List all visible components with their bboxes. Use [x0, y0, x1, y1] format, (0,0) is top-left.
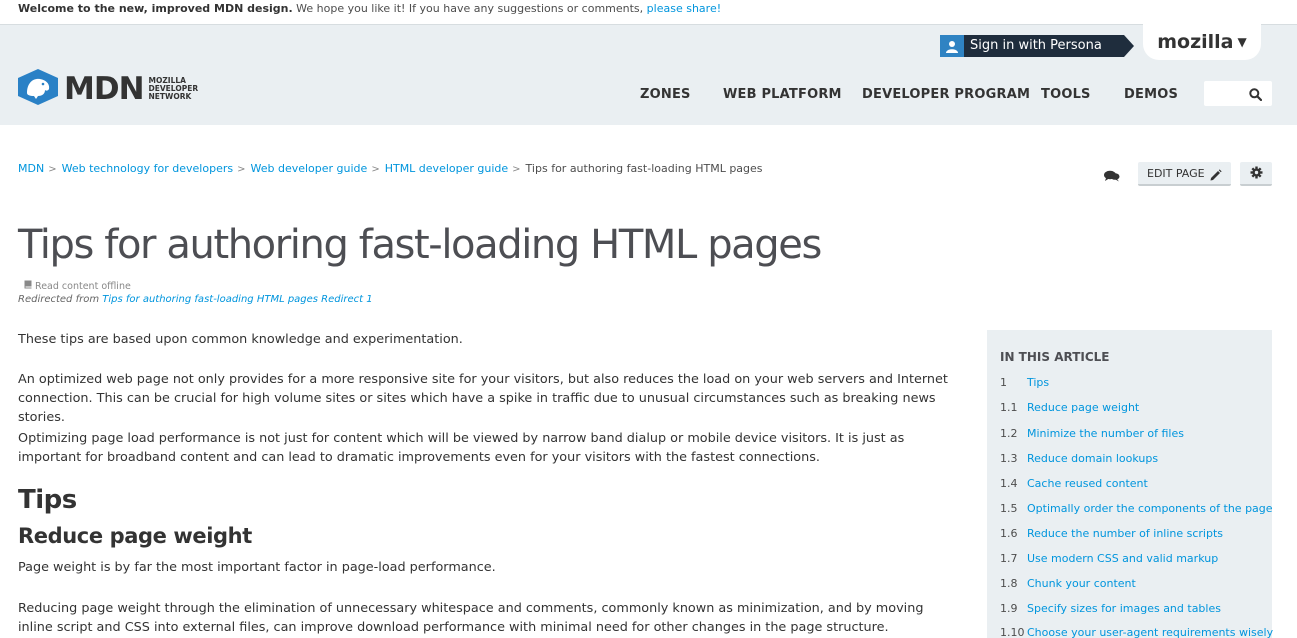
toc-item-number: 1.2	[1000, 427, 1018, 440]
chevron-down-icon: ▼	[1237, 35, 1247, 49]
site-notice: Welcome to the new, improved MDN design.…	[0, 0, 1297, 24]
notice-share-link[interactable]: please share!	[647, 2, 721, 15]
breadcrumb-web-developer-guide[interactable]: Web developer guide	[250, 162, 367, 175]
redirect-prefix: Redirected from	[18, 294, 103, 305]
toc-link-modern-css[interactable]: Use modern CSS and valid markup	[1027, 552, 1218, 565]
search-icon[interactable]	[1249, 86, 1263, 105]
toc-item-number: 1.6	[1000, 527, 1018, 540]
section-heading-tips: Tips	[18, 485, 77, 515]
mdn-logo[interactable]: MDN Mozilla Developer Network	[18, 69, 198, 109]
toc-item-number: 1.8	[1000, 577, 1018, 590]
paragraph-intro: These tips are based upon common knowled…	[18, 332, 463, 347]
logo-sub-line-3: Network	[148, 92, 192, 101]
logo-wordmark: MDN	[64, 71, 145, 107]
pencil-icon	[1209, 167, 1222, 190]
paragraph-reducing: Reducing page weight through the elimina…	[18, 601, 924, 635]
toc-link-reduce-page-weight[interactable]: Reduce page weight	[1027, 401, 1139, 414]
sign-in-persona-button[interactable]: Sign in with Persona	[940, 35, 1134, 57]
edit-page-button[interactable]: EDIT PAGE	[1138, 162, 1231, 186]
redirect-notice: Redirected from Tips for authoring fast-…	[18, 294, 373, 305]
toc-link-minimize-files[interactable]: Minimize the number of files	[1027, 427, 1184, 440]
persona-label: Sign in with Persona	[970, 38, 1102, 53]
toc-item-number: 1.10	[1000, 626, 1025, 638]
toc-item-number: 1.1	[1000, 401, 1018, 414]
toc-link-inline-scripts[interactable]: Reduce the number of inline scripts	[1027, 527, 1223, 540]
edit-page-label: EDIT PAGE	[1147, 167, 1205, 180]
settings-button[interactable]	[1240, 162, 1272, 186]
toc-link-user-agent[interactable]: Choose your user-agent requirements wise…	[1027, 626, 1273, 638]
toc-item-number: 1.4	[1000, 477, 1018, 490]
toc-link-cache-reused-content[interactable]: Cache reused content	[1027, 477, 1148, 490]
toc-link-specify-sizes[interactable]: Specify sizes for images and tables	[1027, 602, 1221, 615]
toc-item-number: 1	[1000, 376, 1007, 389]
toc-item: 1 Tips	[1000, 376, 1049, 389]
mozilla-menu-tab[interactable]: mozilla ▼	[1143, 24, 1261, 60]
breadcrumb-separator: >	[237, 164, 246, 175]
paragraph-optimized: An optimized web page not only provides …	[18, 372, 948, 425]
breadcrumb-separator: >	[512, 164, 521, 175]
page-title: Tips for authoring fast-loading HTML pag…	[18, 222, 822, 268]
toc-link-chunk-content[interactable]: Chunk your content	[1027, 577, 1136, 590]
nav-web-platform[interactable]: WEB PLATFORM	[723, 87, 842, 102]
site-header: Sign in with Persona mozilla ▼ MDN Mozil…	[0, 24, 1297, 125]
toc-item-number: 1.7	[1000, 552, 1018, 565]
mozilla-wordmark: mozilla	[1157, 31, 1234, 53]
gear-icon	[1250, 164, 1263, 183]
notice-bold-text: Welcome to the new, improved MDN design.	[18, 2, 293, 15]
toc-item: 1.8 Chunk your content	[1000, 577, 1136, 590]
breadcrumb-separator: >	[371, 164, 380, 175]
nav-tools[interactable]: TOOLS	[1041, 87, 1091, 102]
toc-item-number: 1.5	[1000, 502, 1018, 515]
logo-subtitle: Mozilla Developer Network	[149, 77, 199, 101]
mdn-dino-logo-icon	[18, 69, 58, 109]
toc-link-order-components[interactable]: Optimally order the components of the pa…	[1027, 502, 1273, 515]
user-icon	[940, 35, 964, 57]
breadcrumb-current: Tips for authoring fast-loading HTML pag…	[525, 162, 763, 175]
toc-item: 1.2 Minimize the number of files	[1000, 427, 1184, 440]
toc-link-reduce-domain-lookups[interactable]: Reduce domain lookups	[1027, 452, 1158, 465]
toc-item-number: 1.9	[1000, 602, 1018, 615]
subsection-heading-reduce-page-weight: Reduce page weight	[18, 524, 252, 548]
toc-link-tips[interactable]: Tips	[1027, 376, 1049, 389]
toc-item: 1.7 Use modern CSS and valid markup	[1000, 552, 1218, 565]
search-input[interactable]	[1204, 81, 1272, 106]
toc-item: 1.6 Reduce the number of inline scripts	[1000, 527, 1223, 540]
paragraph-page-weight: Page weight is by far the most important…	[18, 560, 496, 575]
nav-demos[interactable]: DEMOS	[1124, 87, 1178, 102]
toc-item: 1.10 Choose your user-agent requirements …	[1000, 626, 1273, 638]
paragraph-performance: Optimizing page load performance is not …	[18, 431, 905, 465]
breadcrumb-web-technology[interactable]: Web technology for developers	[62, 162, 234, 175]
read-offline-label: Read content offline	[35, 281, 131, 292]
toc-item-number: 1.3	[1000, 452, 1018, 465]
toc-item: 1.5 Optimally order the components of the…	[1000, 502, 1273, 515]
toc-item: 1.1 Reduce page weight	[1000, 401, 1139, 414]
toc-item: 1.3 Reduce domain lookups	[1000, 452, 1158, 465]
breadcrumb: MDN > Web technology for developers > Web de…	[18, 162, 763, 175]
read-offline-link[interactable]: Read content offline	[24, 280, 131, 292]
toc-item: 1.4 Cache reused content	[1000, 477, 1148, 490]
nav-zones[interactable]: ZONES	[640, 87, 691, 102]
breadcrumb-mdn[interactable]: MDN	[18, 162, 44, 175]
breadcrumb-html-developer-guide[interactable]: HTML developer guide	[385, 162, 508, 175]
notice-text: We hope you like it! If you have any sug…	[292, 2, 647, 15]
toc-heading: IN THIS ARTICLE	[1000, 350, 1110, 364]
nav-developer-program[interactable]: DEVELOPER PROGRAM	[862, 87, 1030, 102]
comments-icon[interactable]	[1104, 167, 1120, 186]
breadcrumb-separator: >	[48, 164, 57, 175]
table-of-contents: IN THIS ARTICLE 1 Tips 1.1 Reduce page wei…	[987, 330, 1273, 638]
toc-item: 1.9 Specify sizes for images and tables	[1000, 602, 1221, 615]
book-icon	[24, 280, 35, 292]
redirect-source-link[interactable]: Tips for authoring fast-loading HTML pag…	[102, 294, 372, 305]
